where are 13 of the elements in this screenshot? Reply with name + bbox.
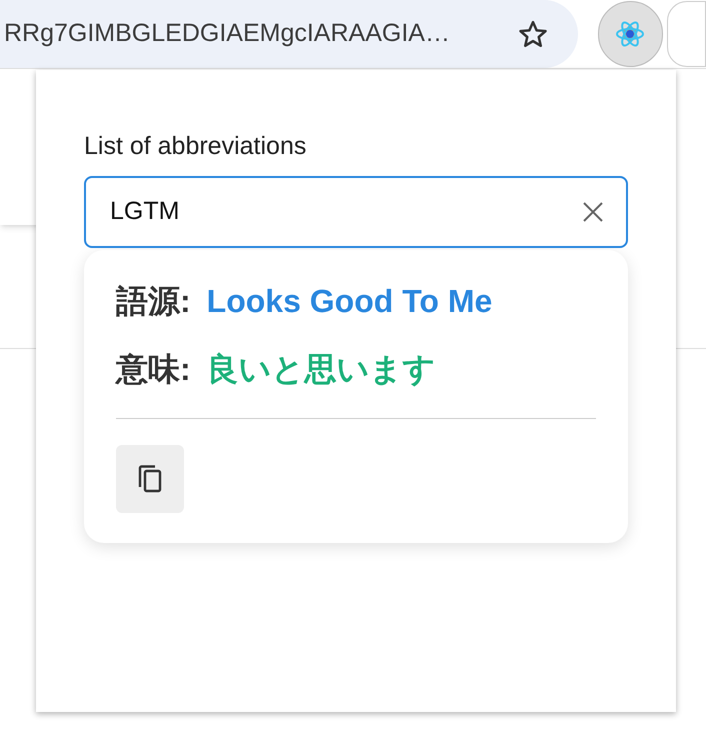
row-value: 良いと思います xyxy=(206,350,436,388)
row-label: 語源: xyxy=(116,282,191,320)
address-bar[interactable]: RRg7GIMBGLEDGIAEMgcIARAAGIA… xyxy=(0,0,578,68)
copy-icon xyxy=(137,464,163,494)
field-label: List of abbreviations xyxy=(84,131,308,162)
row-value: Looks Good To Me xyxy=(206,282,492,320)
close-icon[interactable] xyxy=(582,200,604,222)
star-icon[interactable] xyxy=(518,19,548,49)
atom-icon xyxy=(615,19,646,49)
copy-button[interactable] xyxy=(116,444,184,512)
url-text: RRg7GIMBGLEDGIAEMgcIARAAGIA… xyxy=(4,18,450,50)
search-field[interactable]: LGTM xyxy=(84,176,628,248)
row-label: 意味: xyxy=(116,350,191,388)
